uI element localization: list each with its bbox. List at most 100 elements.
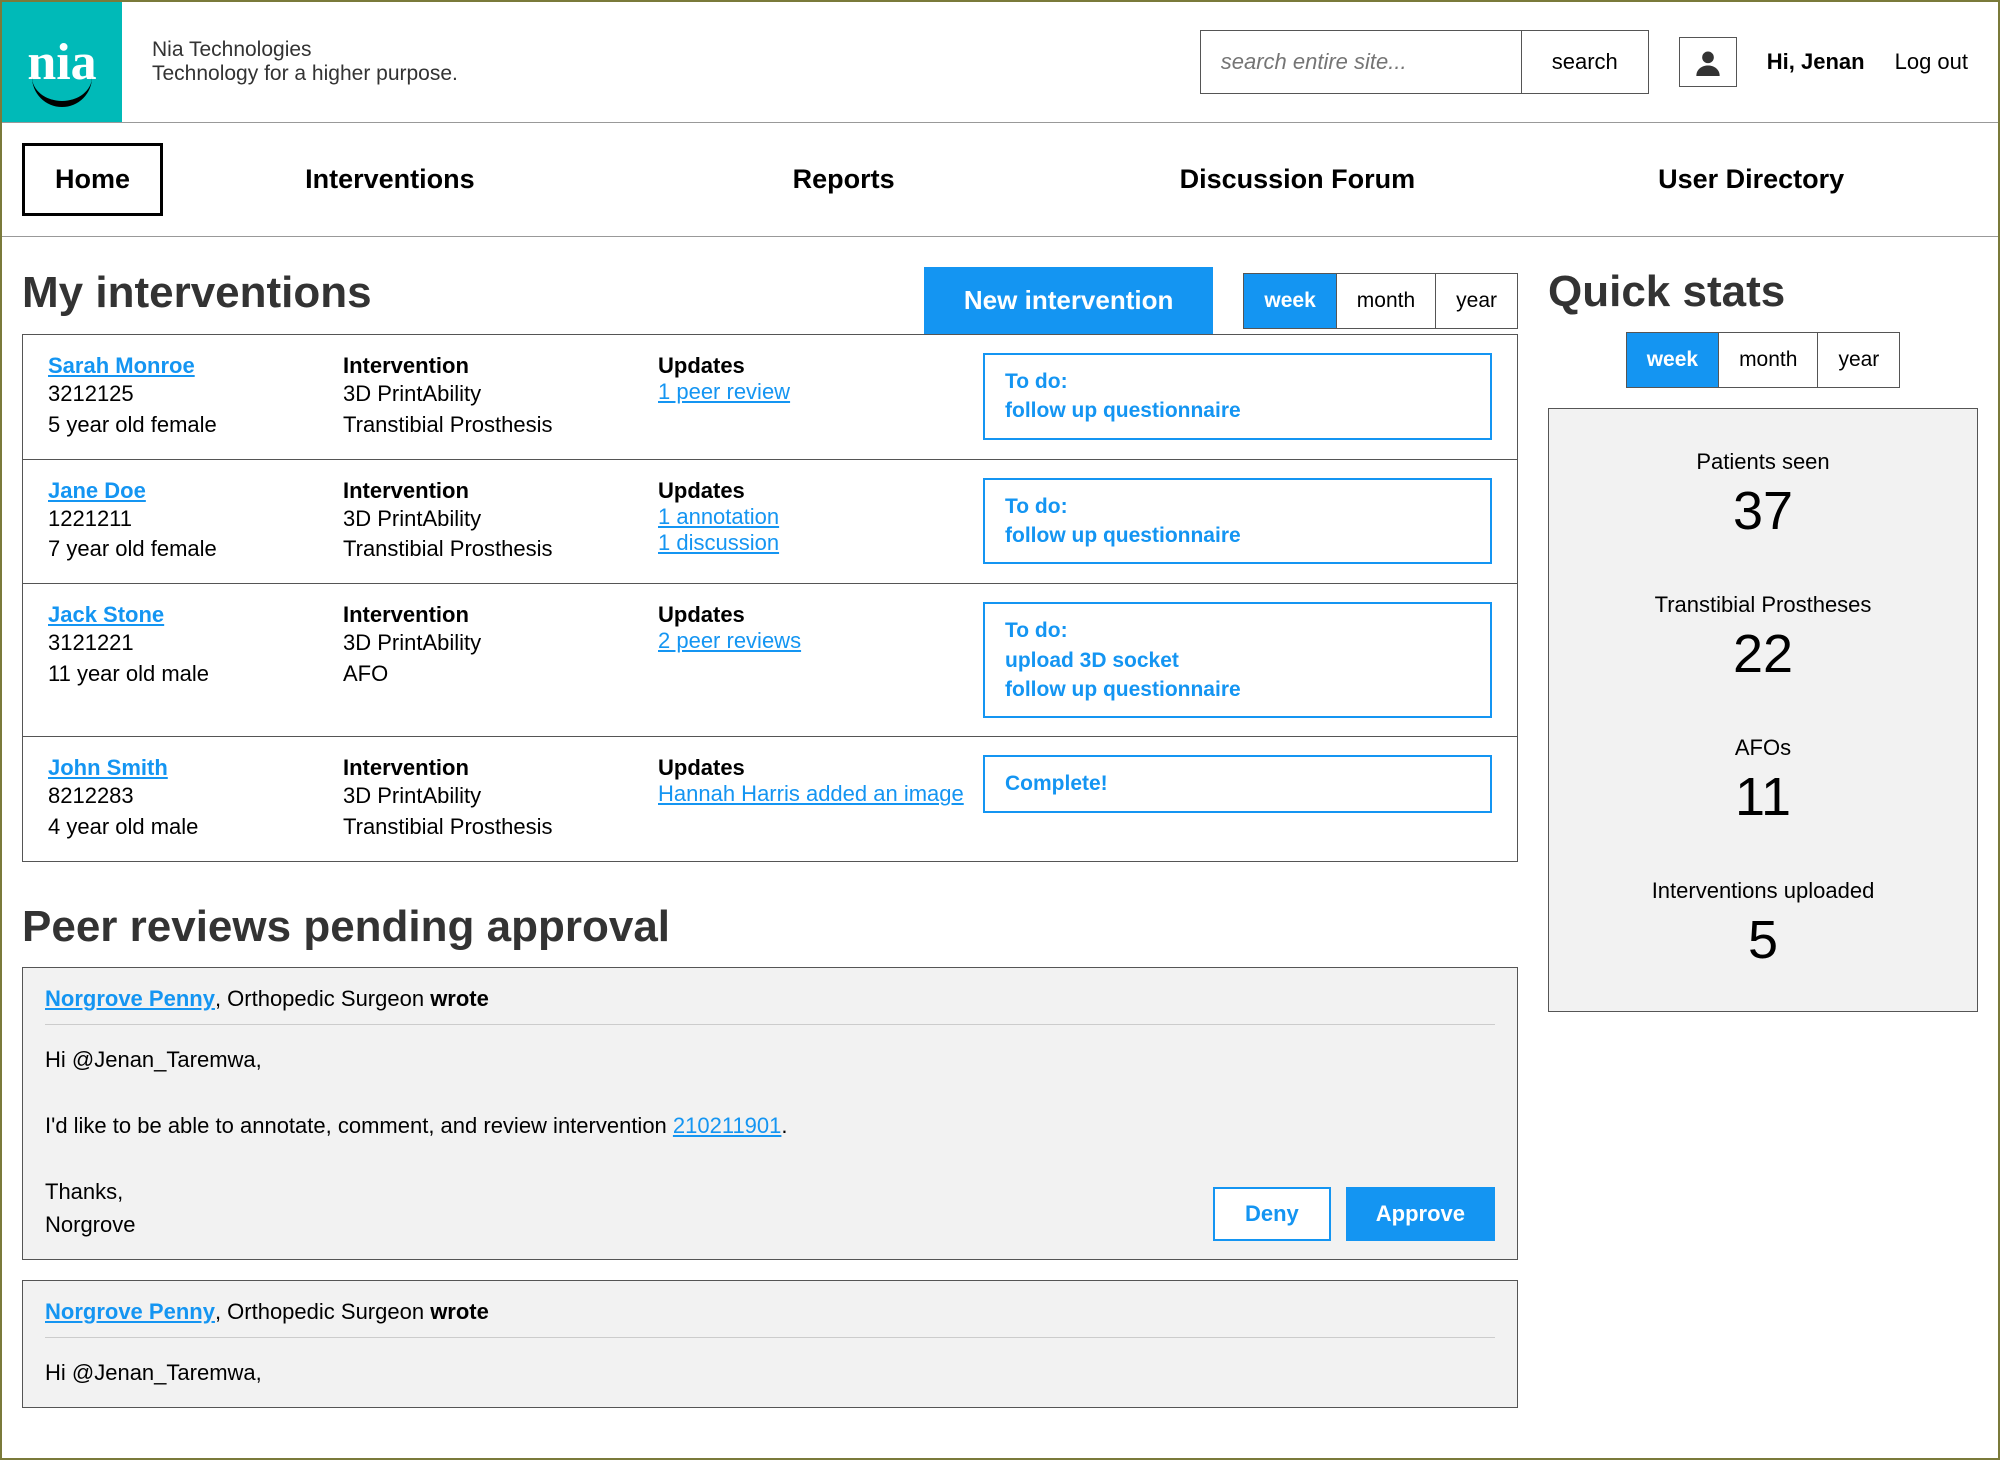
stats-range-week[interactable]: week [1627,333,1719,387]
patient-id: 1221211 [48,504,328,535]
review-author-link[interactable]: Norgrove Penny [45,1299,215,1324]
range-week[interactable]: week [1244,274,1336,328]
todo-box[interactable]: To do:follow up questionnaire [983,478,1492,565]
peer-reviews-title: Peer reviews pending approval [22,902,1518,952]
patient-demo: 11 year old male [48,659,328,690]
user-avatar-box[interactable] [1679,37,1737,87]
patient-col: Jack Stone 3121221 11 year old male [48,602,328,690]
intervention-row: John Smith 8212283 4 year old maleInterv… [23,737,1517,861]
stat-item: Transtibial Prostheses 22 [1569,592,1957,685]
stat-value: 22 [1569,623,1957,685]
main-nav: Home Interventions Reports Discussion Fo… [2,123,1998,237]
range-month[interactable]: month [1337,274,1436,328]
search-button[interactable]: search [1521,31,1648,93]
stat-label: Patients seen [1569,449,1957,475]
review-author-link[interactable]: Norgrove Penny [45,986,215,1011]
content: My interventions New intervention week m… [2,237,1998,1458]
todo-line: follow up questionnaire [1005,675,1470,704]
update-link[interactable]: 1 peer review [658,379,968,405]
stat-item: Patients seen 37 [1569,449,1957,542]
page-title: My interventions [22,268,894,318]
user-icon [1694,48,1722,76]
update-link[interactable]: 1 discussion [658,530,968,556]
updates-col: Updates2 peer reviews [658,602,968,654]
review-author-role: , Orthopedic Surgeon [215,986,430,1011]
patient-name-link[interactable]: Jane Doe [48,478,146,503]
review-card: Norgrove Penny, Orthopedic Surgeon wrote… [22,967,1518,1260]
patient-col: John Smith 8212283 4 year old male [48,755,328,843]
stat-item: Interventions uploaded 5 [1569,878,1957,971]
range-year[interactable]: year [1436,274,1517,328]
nav-interventions[interactable]: Interventions [163,164,617,195]
header-right: search Hi, Jenan Log out [1200,30,1998,94]
todo-line: follow up questionnaire [1005,396,1470,425]
stat-label: Transtibial Prostheses [1569,592,1957,618]
patient-name-link[interactable]: Jack Stone [48,602,164,627]
intervention-id-link[interactable]: 210211901 [673,1113,782,1138]
intervention-line1: 3D PrintAbility [343,504,643,535]
review-header: Norgrove Penny, Orthopedic Surgeon wrote [45,986,1495,1025]
patient-col: Sarah Monroe 3212125 5 year old female [48,353,328,441]
nav-reports[interactable]: Reports [617,164,1071,195]
stat-value: 37 [1569,480,1957,542]
updates-col: Updates1 annotation1 discussion [658,478,968,556]
intervention-col: Intervention 3D PrintAbility Transtibial… [343,755,643,843]
review-text: Hi @Jenan_Taremwa, I'd like to be able t… [45,1043,1193,1241]
todo-box[interactable]: To do:follow up questionnaire [983,353,1492,440]
todo-col: Complete! [983,755,1492,812]
patient-name-link[interactable]: John Smith [48,755,168,780]
todo-box[interactable]: To do:upload 3D socketfollow up question… [983,602,1492,718]
range-toggle: week month year [1243,273,1518,329]
todo-col: To do:follow up questionnaire [983,478,1492,565]
brand-name: Nia Technologies [152,38,458,62]
todo-box[interactable]: Complete! [983,755,1492,812]
todo-label: To do: [1005,367,1470,396]
new-intervention-button[interactable]: New intervention [924,267,1213,334]
nav-home[interactable]: Home [22,143,163,216]
intervention-line1: 3D PrintAbility [343,628,643,659]
nav-discussion-forum[interactable]: Discussion Forum [1071,164,1525,195]
todo-col: To do:upload 3D socketfollow up question… [983,602,1492,718]
todo-line: follow up questionnaire [1005,521,1470,550]
search-container: search [1200,30,1649,94]
interventions-header: My interventions New intervention week m… [22,267,1518,334]
patient-demo: 4 year old male [48,812,328,843]
patient-name-link[interactable]: Sarah Monroe [48,353,195,378]
intervention-row: Jack Stone 3121221 11 year old maleInter… [23,584,1517,737]
stats-range-year[interactable]: year [1818,333,1899,387]
stat-value: 5 [1569,909,1957,971]
logout-link[interactable]: Log out [1895,49,1968,75]
review-wrote: wrote [430,986,489,1011]
updates-label: Updates [658,478,968,504]
intervention-line2: AFO [343,659,643,690]
intervention-row: Jane Doe 1221211 7 year old femaleInterv… [23,460,1517,585]
approve-button[interactable]: Approve [1346,1187,1495,1241]
intervention-line2: Transtibial Prosthesis [343,812,643,843]
patient-id: 3212125 [48,379,328,410]
brand-text: Nia Technologies Technology for a higher… [152,38,458,86]
intervention-col: Intervention 3D PrintAbility AFO [343,602,643,690]
intervention-label: Intervention [343,478,643,504]
review-card: Norgrove Penny, Orthopedic Surgeon wrote… [22,1280,1518,1408]
stats-title: Quick stats [1548,267,1978,317]
update-link[interactable]: 2 peer reviews [658,628,968,654]
search-input[interactable] [1201,31,1521,93]
nav-user-directory[interactable]: User Directory [1524,164,1978,195]
todo-label: To do: [1005,492,1470,521]
intervention-col: Intervention 3D PrintAbility Transtibial… [343,353,643,441]
stats-range-month[interactable]: month [1719,333,1818,387]
peer-reviews-list: Norgrove Penny, Orthopedic Surgeon wrote… [22,967,1518,1408]
logo[interactable]: nia [2,2,122,122]
brand-tagline: Technology for a higher purpose. [152,62,458,86]
intervention-line1: 3D PrintAbility [343,781,643,812]
peer-reviews-section: Peer reviews pending approval Norgrove P… [22,902,1518,1408]
deny-button[interactable]: Deny [1213,1187,1331,1241]
review-body: Hi @Jenan_Taremwa, I'd like to be able t… [45,1043,1495,1241]
updates-col: Updates1 peer review [658,353,968,405]
smile-icon [32,77,92,107]
review-wrote: wrote [430,1299,489,1324]
patient-id: 8212283 [48,781,328,812]
update-link[interactable]: Hannah Harris added an image [658,781,968,807]
side-column: Quick stats week month year Patients see… [1548,267,1978,1428]
update-link[interactable]: 1 annotation [658,504,968,530]
